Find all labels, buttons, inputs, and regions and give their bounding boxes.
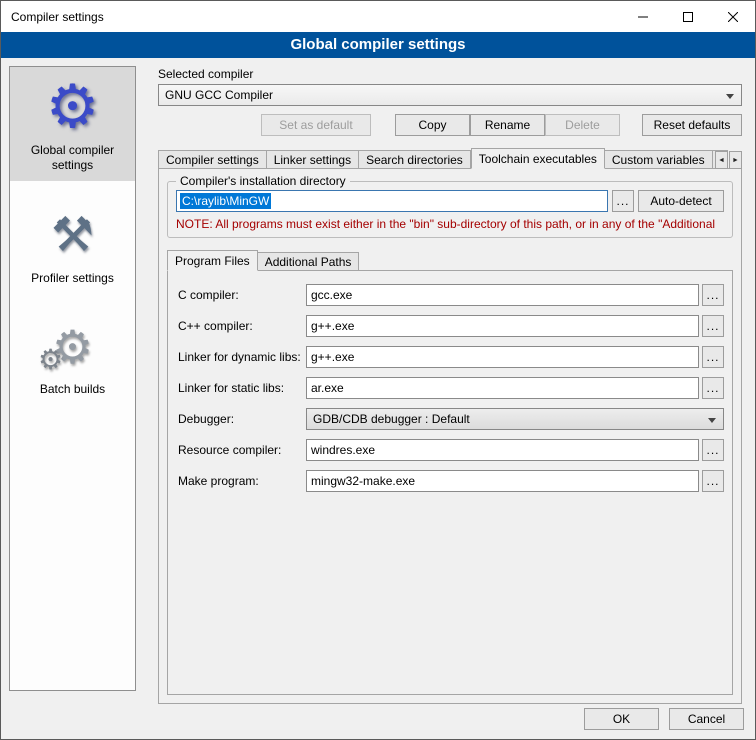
spacer <box>158 114 261 136</box>
gear-icon: ⚙ <box>12 77 133 137</box>
tab-scroll-right-button[interactable]: ► <box>729 151 742 169</box>
delete-button: Delete <box>545 114 620 136</box>
titlebar: Compiler settings <box>1 1 755 32</box>
dynamic-linker-browse-button[interactable]: ... <box>702 346 724 368</box>
tab-compiler-settings[interactable]: Compiler settings <box>158 150 267 169</box>
rename-button[interactable]: Rename <box>470 114 545 136</box>
installation-directory-row: C:\raylib\MinGW ... Auto-detect <box>176 190 724 212</box>
sidebar-item-global-compiler-settings[interactable]: ⚙ Global compiler settings <box>10 67 135 181</box>
dynamic-linker-label: Linker for dynamic libs: <box>178 350 306 364</box>
make-program-label: Make program: <box>178 474 306 488</box>
cpp-compiler-input[interactable] <box>306 315 699 337</box>
tab-additional-paths[interactable]: Additional Paths <box>258 252 360 271</box>
c-compiler-input[interactable] <box>306 284 699 306</box>
install-dir-input[interactable]: C:\raylib\MinGW <box>176 190 608 212</box>
debugger-select-value: GDB/CDB debugger : Default <box>313 412 470 426</box>
compiler-select-value: GNU GCC Compiler <box>165 88 273 102</box>
compiler-select[interactable]: GNU GCC Compiler <box>158 84 742 106</box>
dynamic-linker-row: Linker for dynamic libs: ... <box>178 346 724 368</box>
ok-button[interactable]: OK <box>584 708 659 730</box>
installation-directory-label: Compiler's installation directory <box>176 174 350 188</box>
resource-compiler-label: Resource compiler: <box>178 443 306 457</box>
gear-icon: ⚙ <box>38 346 63 374</box>
chevron-down-icon <box>726 94 734 99</box>
window-title: Compiler settings <box>11 10 620 24</box>
reset-defaults-button[interactable]: Reset defaults <box>642 114 742 136</box>
close-button[interactable] <box>710 2 755 32</box>
debugger-label: Debugger: <box>178 412 306 426</box>
settings-sidebar: ⚙ Global compiler settings ⚒ Profiler se… <box>9 66 136 691</box>
debugger-row: Debugger: GDB/CDB debugger : Default <box>178 408 724 430</box>
make-program-input[interactable] <box>306 470 699 492</box>
c-compiler-row: C compiler: ... <box>178 284 724 306</box>
resource-compiler-row: Resource compiler: ... <box>178 439 724 461</box>
maximize-button[interactable] <box>665 2 710 32</box>
maximize-icon <box>683 12 693 22</box>
copy-button[interactable]: Copy <box>395 114 470 136</box>
hammer-icon: ⚒ <box>12 205 133 265</box>
selected-compiler-label: Selected compiler <box>158 67 742 81</box>
cancel-button[interactable]: Cancel <box>669 708 744 730</box>
cpp-compiler-row: C++ compiler: ... <box>178 315 724 337</box>
close-icon <box>728 12 738 22</box>
dialog-header: Global compiler settings <box>1 32 755 58</box>
minimize-icon <box>638 12 648 22</box>
minimize-button[interactable] <box>620 2 665 32</box>
tab-toolchain-executables[interactable]: Toolchain executables <box>471 148 605 169</box>
main-panel: Selected compiler GNU GCC Compiler Set a… <box>158 67 742 704</box>
tab-linker-settings[interactable]: Linker settings <box>267 150 359 169</box>
install-dir-browse-button[interactable]: ... <box>612 190 634 212</box>
compiler-settings-window: Compiler settings Global compiler settin… <box>0 0 756 740</box>
tab-search-directories[interactable]: Search directories <box>359 150 471 169</box>
bin-subdirectory-note: NOTE: All programs must exist either in … <box>176 217 724 231</box>
dynamic-linker-input[interactable] <box>306 346 699 368</box>
arrow-right-icon: ► <box>732 157 739 164</box>
set-as-default-button: Set as default <box>261 114 371 136</box>
tab-scroll-left-button[interactable]: ◄ <box>715 151 728 169</box>
auto-detect-button[interactable]: Auto-detect <box>638 190 724 212</box>
make-program-browse-button[interactable]: ... <box>702 470 724 492</box>
cpp-compiler-browse-button[interactable]: ... <box>702 315 724 337</box>
compiler-buttons-row: Set as default Copy Rename Delete Reset … <box>158 114 742 136</box>
sidebar-item-label: Profiler settings <box>12 271 133 286</box>
program-files-panel: C compiler: ... C++ compiler: ... Linker… <box>167 270 733 695</box>
settings-tabs: Compiler settings Linker settings Search… <box>158 148 742 169</box>
cpp-compiler-label: C++ compiler: <box>178 319 306 333</box>
resource-compiler-input[interactable] <box>306 439 699 461</box>
chevron-down-icon <box>708 418 716 423</box>
sidebar-item-batch-builds[interactable]: ⚙⚙ Batch builds <box>10 308 135 405</box>
sidebar-item-label: Batch builds <box>12 382 133 397</box>
gears-icon: ⚙⚙ <box>12 318 133 376</box>
sidebar-item-label: Global compiler settings <box>12 143 133 173</box>
tab-scroll-arrows: ◄ ► <box>715 151 742 169</box>
make-program-row: Make program: ... <box>178 470 724 492</box>
static-linker-label: Linker for static libs: <box>178 381 306 395</box>
resource-compiler-browse-button[interactable]: ... <box>702 439 724 461</box>
dialog-footer: OK Cancel <box>584 708 744 730</box>
installation-directory-group: Compiler's installation directory C:\ray… <box>167 181 733 238</box>
tab-custom-variables[interactable]: Custom variables <box>605 150 713 169</box>
tab-program-files[interactable]: Program Files <box>167 250 258 271</box>
static-linker-input[interactable] <box>306 377 699 399</box>
toolchain-executables-panel: Compiler's installation directory C:\ray… <box>158 168 742 704</box>
sidebar-item-profiler-settings[interactable]: ⚒ Profiler settings <box>10 195 135 294</box>
arrow-left-icon: ◄ <box>718 157 725 164</box>
static-linker-browse-button[interactable]: ... <box>702 377 724 399</box>
debugger-select[interactable]: GDB/CDB debugger : Default <box>306 408 724 430</box>
c-compiler-label: C compiler: <box>178 288 306 302</box>
program-tabs: Program Files Additional Paths <box>167 250 733 271</box>
static-linker-row: Linker for static libs: ... <box>178 377 724 399</box>
install-dir-value: C:\raylib\MinGW <box>180 193 271 209</box>
c-compiler-browse-button[interactable]: ... <box>702 284 724 306</box>
